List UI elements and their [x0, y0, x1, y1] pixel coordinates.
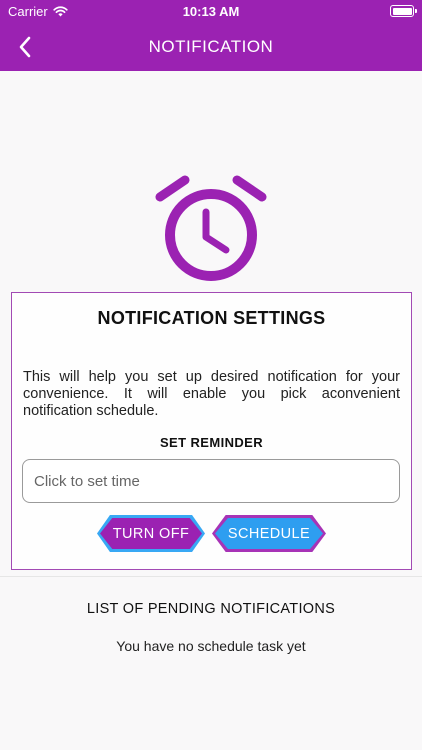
schedule-button[interactable]: SCHEDULE	[212, 515, 326, 552]
pending-notifications-title: LIST OF PENDING NOTIFICATIONS	[86, 601, 336, 617]
status-bar: Carrier 10:13 AM	[0, 0, 422, 24]
battery-icon	[390, 5, 417, 17]
alarm-clock-icon	[155, 175, 267, 281]
schedule-label: SCHEDULE	[215, 518, 323, 549]
main-content: NOTIFICATION SETTINGS This will help you…	[0, 71, 422, 750]
notification-settings-card: NOTIFICATION SETTINGS This will help you…	[11, 292, 412, 570]
settings-title: NOTIFICATION SETTINGS	[97, 308, 326, 328]
set-reminder-label: SET REMINDER	[159, 435, 264, 450]
pending-empty-message: You have no schedule task yet	[116, 638, 306, 654]
turn-off-button[interactable]: TURN OFF	[97, 515, 205, 552]
page-title: NOTIFICATION	[148, 37, 274, 56]
turn-off-label: TURN OFF	[100, 518, 202, 549]
divider	[0, 576, 422, 577]
nav-bar: NOTIFICATION	[0, 24, 422, 71]
status-time: 10:13 AM	[182, 4, 240, 19]
time-input[interactable]	[22, 459, 400, 503]
settings-description: This will help you set up desired notifi…	[23, 369, 400, 419]
